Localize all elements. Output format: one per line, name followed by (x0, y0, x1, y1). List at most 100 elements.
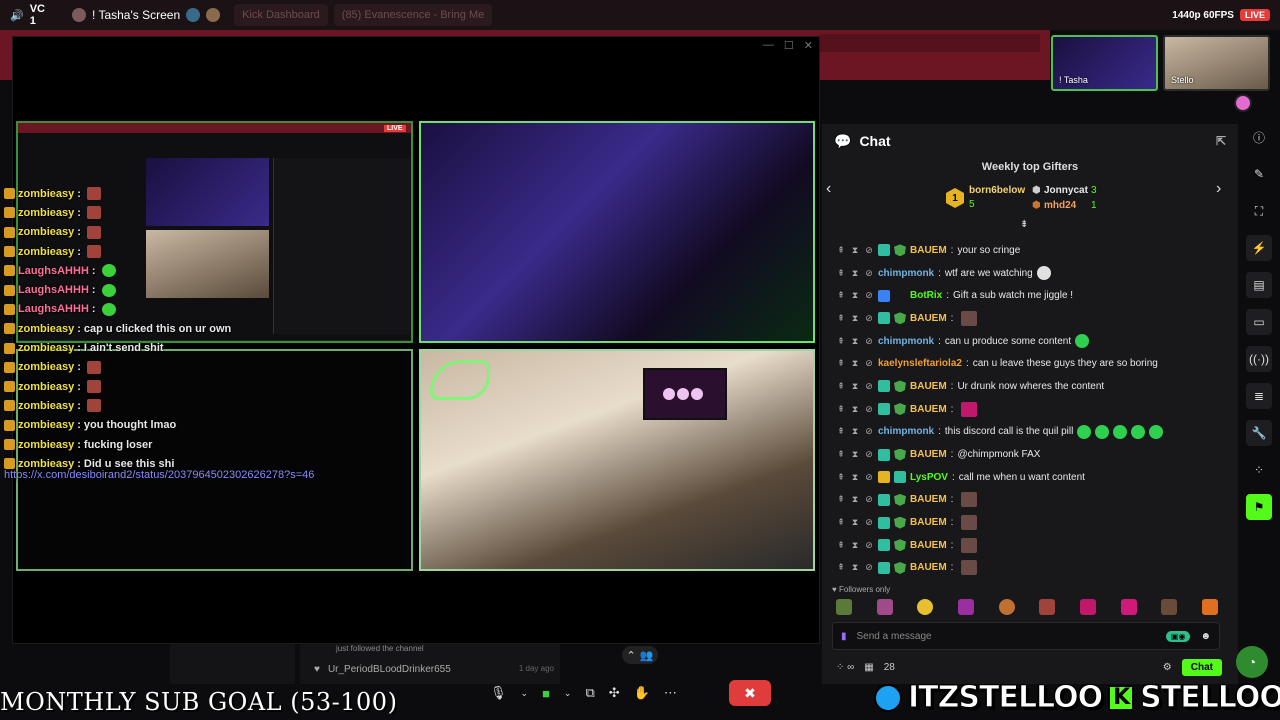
pin-icon[interactable]: ⇞ (836, 517, 846, 528)
ban-icon[interactable]: ⊘ (864, 562, 874, 573)
chat-username[interactable]: BAUEM (910, 381, 947, 392)
emote-button[interactable] (1161, 599, 1178, 615)
info-icon[interactable]: ⓘ (1246, 124, 1272, 150)
chat-username[interactable]: BotRix (910, 290, 942, 301)
camera-icon[interactable]: ■ (542, 686, 550, 701)
ban-icon[interactable]: ⊘ (864, 381, 874, 392)
chevron-right-icon[interactable]: › (1216, 180, 1221, 198)
timeout-icon[interactable]: ⧗ (850, 562, 860, 573)
chat-message[interactable]: ⇞ ⧗ ⊘ kaelynsleftariola2: can u leave these … (836, 352, 1226, 375)
close-icon[interactable]: ✕ (804, 39, 813, 52)
chat-username[interactable]: chimpmonk (878, 268, 934, 279)
chat-username[interactable]: BAUEM (910, 517, 947, 528)
chat-username[interactable]: BAUEM (910, 313, 947, 324)
chat-message[interactable]: ⇞ ⧗ ⊘ BAUEM: (836, 534, 1226, 557)
emote-button[interactable] (876, 599, 893, 615)
tab-screen-share[interactable]: ! Tasha's Screen (64, 4, 228, 26)
timeout-icon[interactable]: ⧗ (850, 336, 860, 347)
pin-icon[interactable]: ⇞ (836, 313, 846, 324)
timeout-icon[interactable]: ⧗ (850, 268, 860, 279)
ban-icon[interactable]: ⊘ (864, 449, 874, 460)
pin-icon[interactable]: ⇞ (836, 472, 846, 483)
cam-thumb-tasha[interactable]: ! Tasha (1051, 35, 1158, 91)
chat-username[interactable]: BAUEM (910, 562, 947, 573)
mic-icon[interactable]: 🎙 (490, 685, 507, 701)
ban-icon[interactable]: ⊘ (864, 404, 874, 415)
chat-message[interactable]: ⇞ ⧗ ⊘ BAUEM: @chimpmonk FAX (836, 443, 1226, 466)
chat-message[interactable]: ⇞ ⧗ ⊘ chimpmonk: wtf are we watching (836, 262, 1226, 285)
emote-button[interactable] (1039, 599, 1056, 615)
flag-icon[interactable]: ⚑ (1246, 494, 1272, 520)
timeout-icon[interactable]: ⧗ (850, 245, 860, 256)
settings-icon[interactable]: ⚙ (1163, 662, 1172, 673)
video-tile-tasha[interactable] (419, 121, 815, 343)
emote-button[interactable] (1079, 599, 1096, 615)
emote-button[interactable] (836, 599, 852, 615)
chevron-left-icon[interactable]: ‹ (826, 180, 831, 198)
emote-button[interactable] (957, 599, 974, 615)
pin-icon[interactable]: ⇞ (836, 494, 846, 505)
ban-icon[interactable]: ⊘ (864, 290, 874, 301)
chat-message[interactable]: ⇞ ⧗ ⊘ BAUEM: Ur drunk now wheres the content (836, 375, 1226, 398)
cam-thumb-stello[interactable]: Stello (1163, 35, 1270, 91)
wrench-icon[interactable]: 🔧 (1246, 420, 1272, 446)
pin-icon[interactable]: ⇞ (836, 404, 846, 415)
popout-icon[interactable]: ⇱ (1216, 134, 1226, 148)
overlay-link[interactable]: https://x.com/desiboirand2/status/203796… (4, 469, 314, 481)
community-icon[interactable]: ⁘ (1246, 457, 1272, 483)
timeout-icon[interactable]: ⧗ (850, 517, 860, 528)
pin-icon[interactable]: ⇞ (836, 336, 846, 347)
ban-icon[interactable]: ⊘ (864, 336, 874, 347)
chat-username[interactable]: BAUEM (910, 540, 947, 551)
capture-icon[interactable]: ⛶ (1246, 198, 1272, 224)
ban-icon[interactable]: ⊘ (864, 313, 874, 324)
emote-picker-icon[interactable]: ▣◉ (1165, 630, 1191, 642)
timeout-icon[interactable]: ⧗ (850, 404, 860, 415)
timeout-icon[interactable]: ⧗ (850, 494, 860, 505)
expand-controls-button[interactable]: ⌃ 👥 (622, 646, 658, 664)
chat-message[interactable]: ⇞ ⧗ ⊘ BAUEM: (836, 511, 1226, 534)
tab-kick-dashboard[interactable]: Kick Dashboard (234, 4, 328, 26)
maximize-icon[interactable]: ☐ (784, 39, 794, 52)
pin-icon[interactable]: ⇞ (836, 358, 846, 369)
timeout-icon[interactable]: ⧗ (850, 449, 860, 460)
minimize-icon[interactable]: — (763, 39, 774, 52)
pin-icon[interactable]: ⇞ (836, 449, 846, 460)
voice-channel[interactable]: 🔊 VC 1 (0, 3, 64, 27)
timeout-icon[interactable]: ⧗ (850, 313, 860, 324)
ban-icon[interactable]: ⊘ (864, 426, 874, 437)
ban-icon[interactable]: ⊘ (864, 494, 874, 505)
chat-username[interactable]: chimpmonk (878, 336, 934, 347)
chat-message[interactable]: ⇞ ⧗ ⊘ BAUEM: (836, 557, 1226, 580)
ban-icon[interactable]: ⊘ (864, 472, 874, 483)
avatar[interactable] (1234, 94, 1252, 112)
pin-icon[interactable]: ⇞ (836, 426, 846, 437)
pencil-icon[interactable]: ✎ (1246, 161, 1272, 187)
pin-icon[interactable]: ⇞ (836, 245, 846, 256)
chevron-down-icon[interactable]: ⌄ (564, 688, 572, 699)
layers-icon[interactable]: ≣ (1246, 383, 1272, 409)
shared-chat-icon[interactable]: ⁘ ∞ (836, 662, 854, 673)
chevron-down-icon[interactable]: ⌄ (521, 688, 529, 699)
pin-icon[interactable]: ⇞ (836, 268, 846, 279)
clipboard-icon[interactable]: ▤ (1246, 272, 1272, 298)
broadcast-icon[interactable]: ((·)) (1246, 346, 1272, 372)
chat-message[interactable]: ⇞ ⧗ ⊘ BAUEM: (836, 489, 1226, 512)
share-screen-icon[interactable]: ⧉ (585, 685, 594, 701)
smiley-icon[interactable]: ☻ (1200, 631, 1211, 642)
ban-icon[interactable]: ⊘ (864, 358, 874, 369)
chat-username[interactable]: chimpmonk (878, 426, 934, 437)
ban-icon[interactable]: ⊘ (864, 245, 874, 256)
timeout-icon[interactable]: ⧗ (850, 472, 860, 483)
tab-youtube[interactable]: (85) Evanescence - Bring Me (333, 4, 493, 26)
ban-icon[interactable]: ⊘ (864, 540, 874, 551)
chat-username[interactable]: BAUEM (910, 404, 947, 415)
timeout-icon[interactable]: ⧗ (850, 540, 860, 551)
green-action-button[interactable]: ◔ (1236, 646, 1268, 678)
pinned-toggle-icon[interactable]: ⇟ (1020, 219, 1028, 230)
chat-message[interactable]: ⇞ ⧗ ⊘ BAUEM: your so cringe (836, 239, 1226, 262)
activities-icon[interactable]: ✣ (609, 685, 620, 701)
pin-icon[interactable]: ⇞ (836, 540, 846, 551)
ban-icon[interactable]: ⊘ (864, 517, 874, 528)
soundboard-icon[interactable]: ✋ (634, 685, 650, 701)
